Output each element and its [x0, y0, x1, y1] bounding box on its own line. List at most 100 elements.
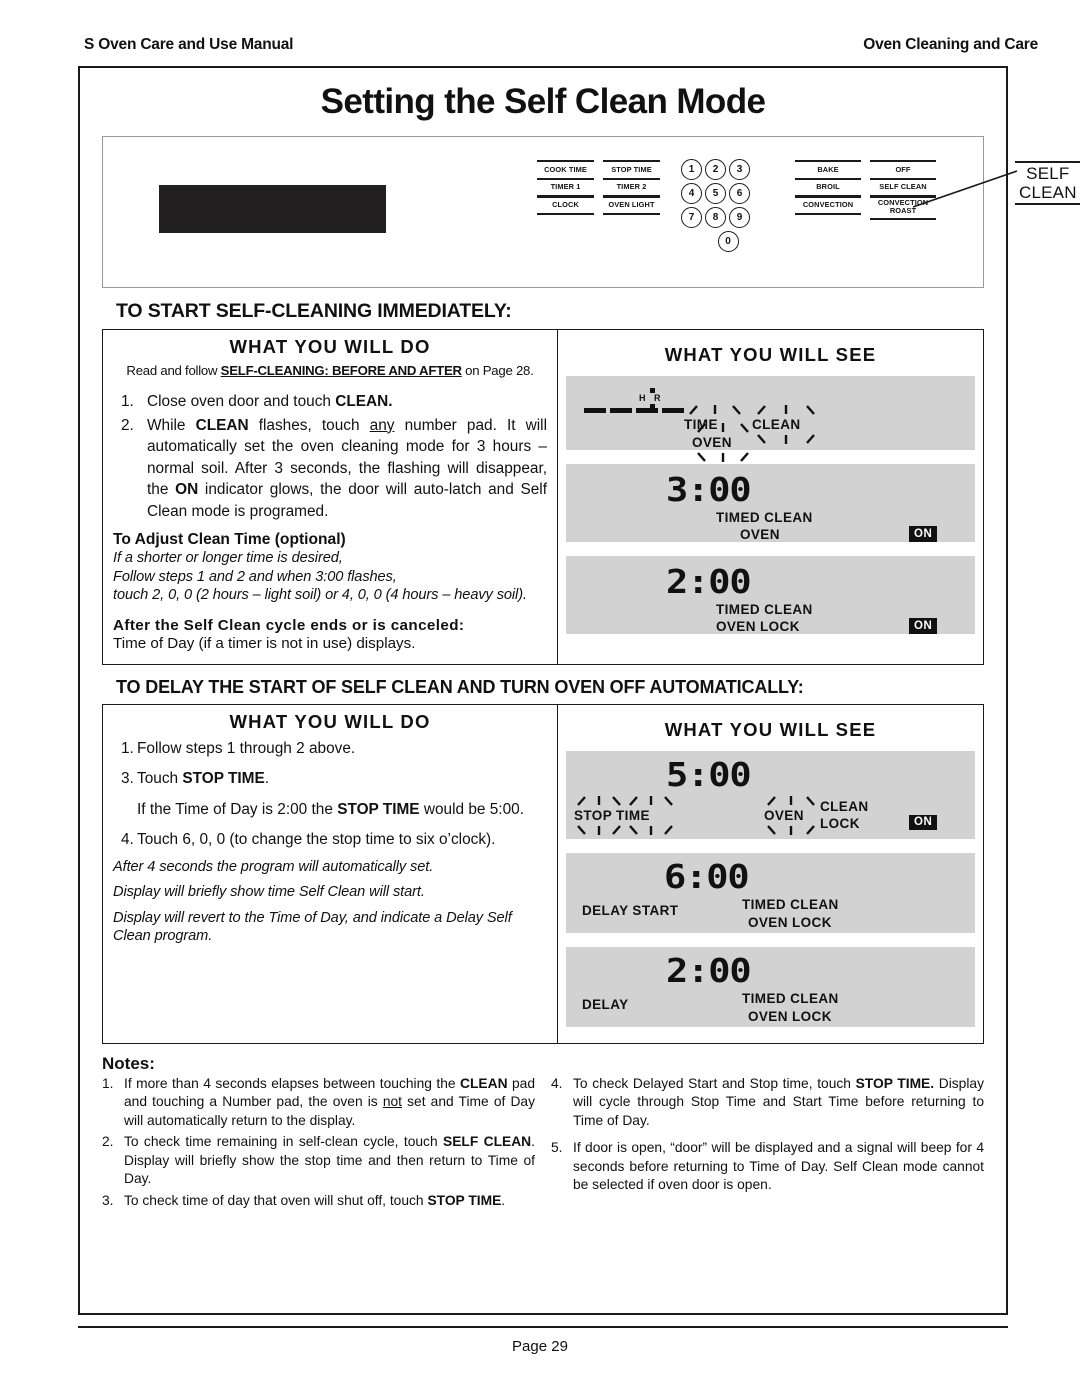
flash-indicator-clean: CLEAN: [752, 404, 822, 445]
step-number: 1.: [121, 739, 134, 757]
section2-steps: 1. Follow steps 1 through 2 above. 3. To…: [113, 738, 547, 851]
step-text: Follow steps 1 through 2 above.: [137, 739, 356, 757]
step-text: While CLEAN flashes, touch any number pa…: [147, 415, 547, 523]
numpad-row-1: 1 2 3: [681, 159, 755, 180]
section2-instruction-table: WHAT YOU WILL DO 1. Follow steps 1 throu…: [102, 703, 984, 1044]
numpad-key-3[interactable]: 3: [729, 159, 750, 180]
step-number: 1.: [121, 393, 134, 410]
page-title: Setting the Self Clean Mode: [320, 82, 766, 121]
section2-what-you-will-do: WHAT YOU WILL DO 1. Follow steps 1 throu…: [103, 704, 558, 1043]
numpad-key-1[interactable]: 1: [681, 159, 702, 180]
step3-note-a: If the Time of Day is 2:00 the: [137, 800, 338, 818]
oven-display-screen: [159, 185, 386, 233]
note-text: If more than 4 seconds elapses between t…: [124, 1075, 535, 1131]
adjust-line-3: touch 2, 0, 0 (2 hours – light soil) or …: [113, 587, 527, 603]
section1-step-2: 2. While CLEAN flashes, touch any number…: [113, 415, 547, 523]
rays-top-stop-time-icon: [577, 795, 673, 806]
lcd-time-value: 3:00: [666, 470, 752, 509]
after-cycle-heading: After the Self Clean cycle ends or is ca…: [113, 616, 465, 634]
adjust-line-2: Follow steps 1 and 2 and when 3:00 flash…: [113, 568, 397, 585]
footer-page-number: Page 29: [512, 1338, 568, 1355]
note-number: 3.: [102, 1193, 114, 1209]
numpad-key-7[interactable]: 7: [681, 207, 702, 228]
step2-any-emphasis: any: [369, 416, 395, 434]
step-text: Touch STOP TIME.: [137, 768, 547, 790]
note1-a: If more than 4 seconds elapses between t…: [124, 1075, 461, 1091]
step2-on-keyword: ON: [175, 481, 199, 498]
flash-label-clean: CLEAN: [752, 417, 801, 432]
display-500: 5:00 STOP TIME OVEN CLEAN LOCK ON: [566, 750, 975, 839]
hr-label: H R: [639, 393, 664, 403]
control-panel-illustration: COOK TIME TIMER 1 CLOCK STOP TIME TIMER …: [102, 136, 1080, 288]
step-text: Touch 6, 0, 0 (to change the stop time t…: [137, 831, 496, 848]
note1-clean-keyword: CLEAN: [460, 1075, 508, 1091]
note4-a: To check Delayed Start and Stop time, to…: [573, 1075, 856, 1091]
section2-step-4: 4. Touch 6, 0, 0 (to change the stop tim…: [113, 829, 547, 851]
step1-text-a: Close oven door and touch: [147, 393, 336, 410]
note-number: 5.: [551, 1140, 563, 1156]
numpad-key-8[interactable]: 8: [705, 207, 726, 228]
notes-right-column: 4. To check Delayed Start and Stop time,…: [551, 1054, 984, 1214]
section2-italic-1: After 4 seconds the program will automat…: [113, 858, 434, 875]
flash-indicator-stop-time: STOP TIME: [574, 795, 678, 836]
notes-section: Notes: 1. If more than 4 seconds elapses…: [102, 1054, 984, 1214]
note-text: If door is open, “door” will be displaye…: [573, 1140, 984, 1193]
footer-divider: [78, 1326, 1008, 1328]
section2-italic-2: Display will briefly show time Self Clea…: [113, 884, 425, 900]
note2-self-clean-keyword: SELF CLEAN: [443, 1134, 532, 1150]
notes-list-left: 1. If more than 4 seconds elapses betwee…: [102, 1075, 535, 1211]
rays-bottom-clean-icon: [757, 434, 815, 444]
numpad-key-9[interactable]: 9: [729, 207, 750, 228]
key-convection[interactable]: CONVECTION: [795, 195, 861, 215]
note-number: 2.: [102, 1134, 114, 1150]
section1-lead-note: Read and follow SELF-CLEANING: BEFORE AN…: [113, 363, 547, 379]
rays-top-oven-icon: [697, 423, 749, 433]
key-clock[interactable]: CLOCK: [537, 195, 594, 215]
lcd-label-delay-start: DELAY START: [582, 902, 679, 918]
numpad-key-2[interactable]: 2: [705, 159, 726, 180]
note-item-4: 4. To check Delayed Start and Stop time,…: [551, 1075, 984, 1131]
section2-step-3: 3. Touch STOP TIME.: [113, 768, 547, 790]
lcd-time-value: 2:00: [666, 562, 752, 601]
note-text: To check time of day that oven will shut…: [124, 1192, 535, 1211]
numpad-key-6[interactable]: 6: [729, 183, 750, 204]
note-text: To check Delayed Start and Stop time, to…: [573, 1075, 984, 1131]
step1-clean-keyword: CLEAN.: [335, 393, 393, 410]
note-number: 4.: [551, 1075, 563, 1091]
note3-a: To check time of day that oven will shut…: [124, 1193, 428, 1209]
numpad-row-3: 7 8 9: [681, 207, 755, 228]
lead-bold-ref: SELF-CLEANING: BEFORE AND AFTER: [220, 363, 462, 378]
lead-post: on Page 28.: [461, 363, 534, 378]
note4-stop-time-keyword: STOP TIME.: [855, 1075, 935, 1091]
notes-title: Notes:: [102, 1053, 155, 1073]
rays-bottom-stop-time-icon: [577, 824, 673, 835]
key-oven-light[interactable]: OVEN LIGHT: [603, 195, 660, 215]
after-cycle-body: Time of Day (if a timer is not in use) d…: [113, 634, 416, 652]
numpad-key-4[interactable]: 4: [681, 183, 702, 204]
step3-stop-time-keyword: STOP TIME: [182, 770, 265, 787]
note-number: 1.: [102, 1075, 114, 1091]
numpad-key-0[interactable]: 0: [717, 231, 739, 252]
step3-text-c: .: [264, 770, 270, 787]
numpad-key-5[interactable]: 5: [705, 183, 726, 204]
lcd-on-indicator: ON: [909, 814, 938, 830]
lcd-label-oven-lock: OVEN LOCK: [748, 914, 832, 930]
key-column-1: COOK TIME TIMER 1 CLOCK: [537, 160, 594, 215]
numpad-row-2: 4 5 6: [681, 183, 755, 204]
lcd-on-indicator: ON: [909, 526, 938, 542]
left-key-cluster: COOK TIME TIMER 1 CLOCK STOP TIME TIMER …: [537, 160, 660, 215]
step3-text-a: Touch: [137, 770, 183, 787]
key-column-2: STOP TIME TIMER 2 OVEN LIGHT: [603, 160, 660, 215]
lcd-label-timed-clean: TIMED CLEAN: [716, 602, 813, 617]
step-text: If the Time of Day is 2:00 the STOP TIME…: [137, 799, 547, 821]
lcd-label-oven: OVEN: [740, 527, 780, 542]
step2-clean-keyword: CLEAN: [195, 416, 249, 434]
note3-c: .: [501, 1193, 506, 1209]
notes-right-spacer: [551, 1054, 984, 1075]
lcd-time-value: 6:00: [664, 856, 750, 896]
flash-label-stop-time: STOP TIME: [574, 807, 650, 823]
step3-note-keyword: STOP TIME: [337, 800, 420, 818]
step-number: 3.: [121, 770, 134, 787]
section2-what-you-will-see: WHAT YOU WILL SEE 5:00 STOP TIME OVEN CL…: [558, 705, 983, 1043]
numeric-keypad: 1 2 3 4 5 6 7 8 9 0: [681, 159, 755, 255]
